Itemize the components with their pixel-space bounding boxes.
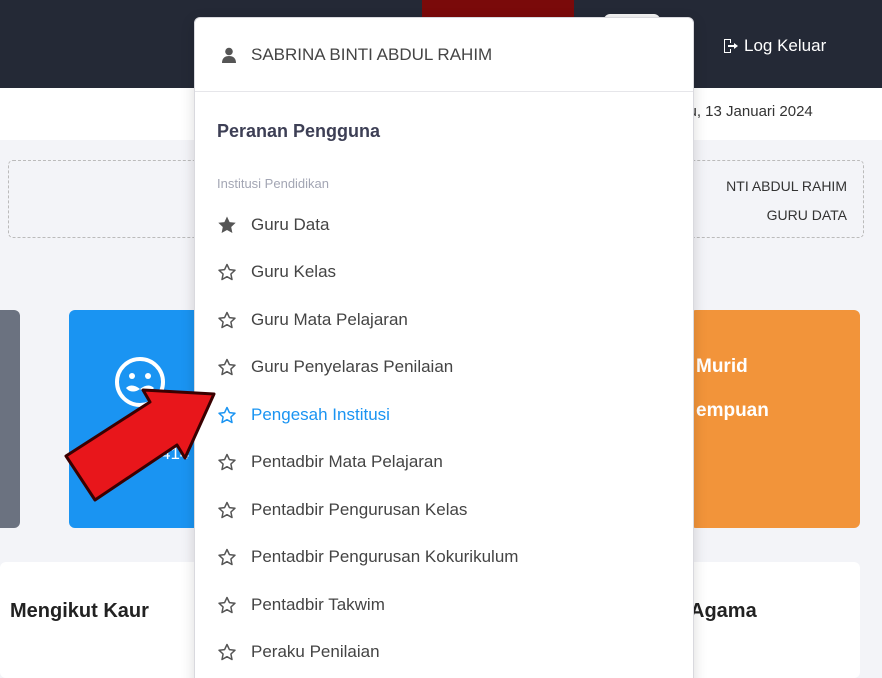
role-item-label: Pentadbir Takwim (251, 594, 385, 614)
stat-card-grey[interactable] (0, 310, 20, 528)
user-info-role: GURU DATA (766, 207, 847, 223)
star-outline-icon (218, 454, 236, 471)
role-item-pentadbir-pengurusan-kelas[interactable]: Pentadbir Pengurusan Kelas (217, 486, 687, 534)
star-outline-icon (218, 311, 236, 328)
role-item-label: Pentadbir Pengurusan Kokurikulum (251, 547, 519, 567)
stat-card-blue-number: 414 (161, 444, 190, 463)
star-outline-icon (218, 596, 236, 613)
bottom-panel-right-title: Agama (690, 600, 757, 622)
role-item-label: Pengesah Institusi (251, 404, 390, 424)
star-outline-icon (218, 501, 236, 518)
role-item-guru-mata-pelajaran[interactable]: Guru Mata Pelajaran (217, 296, 687, 344)
dropdown-section-title: Peranan Pengguna (217, 121, 381, 141)
star-outline-icon (218, 406, 236, 423)
role-item-label: Pentadbir Mata Pelajaran (251, 452, 443, 472)
star-outline-icon (218, 264, 236, 281)
stat-card-orange[interactable]: Murid empuan (690, 310, 860, 528)
user-info-name: NTI ABDUL RAHIM (726, 178, 847, 194)
logout-label: Log Keluar (744, 36, 827, 55)
role-item-pengesah-institusi[interactable]: Pengesah Institusi (217, 391, 687, 439)
dropdown-user-profile[interactable]: SABRINA BINTI ABDUL RAHIM (195, 18, 693, 92)
role-item-label: Peraku Penilaian (251, 642, 380, 662)
role-item-pentadbir-mata-pelajaran[interactable]: Pentadbir Mata Pelajaran (217, 439, 687, 487)
face-mustache-icon (115, 357, 165, 407)
role-item-guru-data[interactable]: Guru Data (217, 201, 687, 249)
user-role-dropdown: SABRINA BINTI ABDUL RAHIM Peranan Penggu… (194, 17, 694, 678)
star-outline-icon (218, 359, 236, 376)
role-item-label: Guru Mata Pelajaran (251, 309, 408, 329)
logout-button[interactable]: Log Keluar (722, 32, 826, 60)
role-item-guru-penyelaras-penilaian[interactable]: Guru Penyelaras Penilaian (217, 344, 687, 392)
star-outline-icon (218, 549, 236, 566)
star-filled-icon (218, 216, 236, 233)
role-item-pentadbir-pengurusan-kokurikulum[interactable]: Pentadbir Pengurusan Kokurikulum (217, 534, 687, 582)
role-list: Guru Data Guru Kelas Guru Mata Pelajaran… (217, 201, 687, 676)
dropdown-user-name: SABRINA BINTI ABDUL RAHIM (251, 44, 493, 64)
logout-icon (724, 39, 738, 53)
role-item-label: Guru Penyelaras Penilaian (251, 357, 454, 377)
role-item-label: Pentadbir Pengurusan Kelas (251, 499, 468, 519)
role-item-guru-kelas[interactable]: Guru Kelas (217, 249, 687, 297)
star-outline-icon (218, 644, 236, 661)
stat-card-orange-line1: Murid (696, 356, 748, 377)
role-item-label: Guru Kelas (251, 262, 337, 282)
user-icon (222, 47, 236, 63)
dropdown-section-subtitle: Institusi Pendidikan (217, 176, 330, 191)
current-date: btu, 13 Januari 2024 (676, 103, 813, 120)
bottom-panel-left-title: Mengikut Kaur (10, 600, 149, 622)
role-item-peraku-penilaian[interactable]: Peraku Penilaian (217, 629, 687, 677)
role-item-label: Guru Data (251, 214, 330, 234)
role-item-pentadbir-takwim[interactable]: Pentadbir Takwim (217, 581, 687, 629)
stat-card-orange-line2: empuan (696, 400, 769, 421)
